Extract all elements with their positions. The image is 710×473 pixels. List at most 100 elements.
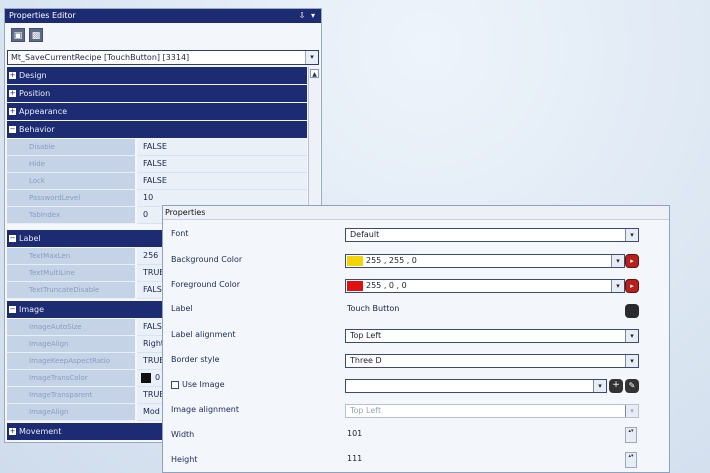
vertical-scrollbar[interactable]: ▲ (308, 67, 320, 217)
property-name: TextMaxLen (29, 252, 71, 260)
height-label: Height (171, 455, 198, 464)
property-value: FALSE (143, 159, 167, 168)
color-swatch (141, 373, 151, 383)
category-behavior[interactable]: − Behavior (7, 121, 307, 138)
category-label: Image (19, 305, 45, 314)
width-label: Width (171, 430, 195, 439)
property-value: FALSE (143, 142, 167, 151)
property-value: FALSE (143, 176, 167, 185)
category-label: Position (19, 89, 51, 98)
color-swatch (347, 281, 363, 291)
category-label: Movement (19, 427, 62, 436)
expand-icon[interactable]: + (9, 90, 16, 97)
collapse-icon[interactable]: − (9, 126, 16, 133)
font-select[interactable]: Default ▾ (345, 228, 639, 242)
background-color-label: Background Color (171, 255, 243, 264)
foreground-color-select[interactable]: 255 , 0 , 0 ▾ (345, 279, 625, 293)
height-spinner[interactable]: ▴▾ (625, 452, 637, 468)
property-name: ImageAutoSize (29, 323, 82, 331)
object-select[interactable]: Mt_SaveCurrentRecipe [TouchButton] [3314… (7, 50, 319, 65)
property-value: 256 (143, 251, 159, 260)
chevron-down-icon: ▾ (625, 405, 638, 417)
category-label: Design (19, 71, 47, 80)
category-label-text: Label (19, 234, 41, 243)
border-style-label: Border style (171, 355, 220, 364)
color-swatch (347, 256, 363, 266)
expand-icon[interactable]: + (9, 428, 16, 435)
property-value: Mod (143, 407, 160, 416)
property-value: Right (143, 339, 165, 348)
property-name: TextMultiLine (29, 269, 75, 277)
image-select[interactable]: ▾ (345, 379, 607, 393)
width-spinner[interactable]: ▴▾ (625, 427, 637, 443)
properties-title: Properties (165, 208, 206, 217)
properties-title-bar: Properties (163, 206, 669, 220)
add-image-button[interactable]: + (609, 379, 623, 393)
chevron-down-icon[interactable]: ▾ (611, 255, 624, 267)
object-select-value: Mt_SaveCurrentRecipe [TouchButton] [3314… (11, 53, 190, 62)
chevron-down-icon[interactable]: ▾ (625, 355, 638, 367)
label-alignment-select[interactable]: Top Left ▾ (345, 329, 639, 343)
label-label: Label (171, 304, 193, 313)
property-name: ImageAlign (29, 340, 69, 348)
category-design[interactable]: + Design (7, 67, 307, 84)
foreground-color-label: Foreground Color (171, 280, 240, 289)
edit-image-button[interactable]: ✎ (625, 379, 639, 393)
property-value: 0 (155, 373, 161, 382)
properties-panel: Properties Font Default ▾ Background Col… (162, 205, 670, 473)
color-picker-button[interactable]: ▸ (625, 279, 639, 293)
property-value: 10 (143, 193, 154, 202)
font-value: Default (350, 230, 380, 239)
property-row[interactable]: Lock FALSE (7, 173, 307, 190)
height-value[interactable]: 111 (347, 454, 362, 463)
category-label: Appearance (19, 107, 68, 116)
pin-icon[interactable]: ⇩ (297, 9, 307, 23)
font-label: Font (171, 229, 189, 238)
label-value[interactable]: Touch Button (347, 304, 399, 313)
property-name: TextTruncateDisable (29, 286, 100, 294)
image-alignment-value: Top Left (350, 406, 382, 415)
background-color-value: 255 , 255 , 0 (366, 256, 417, 265)
editor-toolbar: ▣ ▩ (5, 23, 321, 49)
property-name: ImageAlign (29, 408, 69, 416)
foreground-color-value: 255 , 0 , 0 (366, 281, 407, 290)
chevron-down-icon[interactable]: ▾ (611, 280, 624, 292)
label-edit-button[interactable] (625, 304, 639, 318)
collapse-icon[interactable]: − (9, 235, 16, 242)
expand-icon[interactable]: + (9, 108, 16, 115)
label-alignment-label: Label alignment (171, 330, 236, 339)
property-name: Lock (29, 177, 45, 185)
property-name: ImageTransColor (29, 374, 88, 382)
chevron-down-icon[interactable]: ▾ (625, 330, 638, 342)
property-name: PasswordLevel (29, 194, 81, 202)
chevron-down-icon[interactable]: ▾ (305, 51, 318, 64)
collapse-icon[interactable]: − (9, 306, 16, 313)
property-name: ImageTransparent (29, 391, 93, 399)
image-alignment-label: Image alignment (171, 405, 240, 414)
property-name: ImageKeepAspectRatio (29, 357, 110, 365)
chevron-down-icon[interactable]: ▾ (593, 380, 606, 392)
editor-title-bar: Properties Editor ⇩ ▾ (5, 9, 321, 23)
property-row[interactable]: Disable FALSE (7, 139, 307, 156)
editor-title: Properties Editor (9, 11, 76, 20)
property-name: TabIndex (29, 211, 61, 219)
dropdown-menu-icon[interactable]: ▾ (308, 9, 318, 23)
color-picker-button[interactable]: ▸ (625, 254, 639, 268)
use-image-label: Use Image (182, 380, 225, 389)
border-style-value: Three D (350, 356, 382, 365)
width-value[interactable]: 101 (347, 429, 362, 438)
property-row[interactable]: Hide FALSE (7, 156, 307, 173)
category-position[interactable]: + Position (7, 85, 307, 102)
property-value: 0 (143, 210, 149, 219)
chevron-down-icon[interactable]: ▾ (625, 229, 638, 241)
scroll-up-icon[interactable]: ▲ (310, 69, 319, 78)
category-appearance[interactable]: + Appearance (7, 103, 307, 120)
expand-icon[interactable]: + (9, 72, 16, 79)
background-color-select[interactable]: 255 , 255 , 0 ▾ (345, 254, 625, 268)
category-label: Behavior (19, 125, 55, 134)
use-image-checkbox[interactable] (171, 381, 179, 389)
alphabetical-view-button[interactable]: ▩ (29, 28, 43, 42)
categorized-view-button[interactable]: ▣ (11, 28, 25, 42)
property-name: Disable (29, 143, 55, 151)
border-style-select[interactable]: Three D ▾ (345, 354, 639, 368)
